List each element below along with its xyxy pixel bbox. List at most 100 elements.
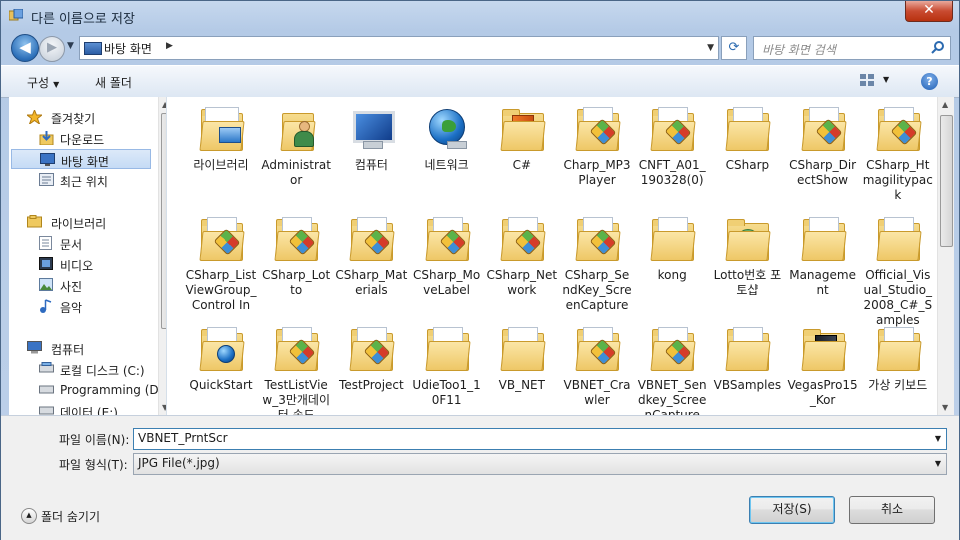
file-item-label: VB_NET [498,378,545,392]
file-item[interactable]: VBNET_Crawler [561,325,633,408]
new-folder-button[interactable]: 새 폴더 [95,74,132,91]
address-dropdown-icon[interactable]: ▼ [707,43,714,53]
recent-pages-dropdown[interactable]: ▼ [67,41,74,51]
title-bar[interactable]: 다른 이름으로 저장 ✕ [1,1,959,31]
address-bar[interactable]: 바탕 화면 ▶ ▼ [79,36,719,60]
file-item[interactable]: kong [636,215,708,283]
chevron-down-icon[interactable]: ▼ [935,459,941,468]
hide-folders-label[interactable]: 폴더 숨기기 [41,508,100,525]
filename-input[interactable]: VBNET_PrntScr [138,431,228,445]
file-item[interactable]: CSharp_MoveLabel [411,215,483,298]
file-item[interactable]: TestListView_3만개데이터 속도 [260,325,332,415]
sidebar-item-computer[interactable]: 컴퓨터 [9,338,149,358]
folder-icon [648,215,696,263]
refresh-button[interactable]: ⟳ [721,36,747,60]
file-item[interactable]: Management [787,215,859,298]
help-button[interactable]: ? [921,73,938,90]
chevron-right-icon[interactable]: ▶ [166,41,173,51]
sidebar-item-recent-places[interactable]: 최근 위치 [9,170,149,190]
file-item[interactable]: TestProject [335,325,407,393]
address-path[interactable]: 바탕 화면 [104,40,152,57]
sidebar-item-label: 라이브러리 [51,217,107,231]
search-icon[interactable] [931,40,945,54]
file-item[interactable]: CSharp_Lotto [260,215,332,298]
folder-icon [874,325,922,373]
sidebar-item-programming-d[interactable]: Programming (D [9,380,159,400]
file-item[interactable]: VBNET_Sendkey_ScreenCapture [636,325,708,415]
back-button[interactable]: ◀ [11,34,39,62]
file-list-scrollbar[interactable]: ▲ ▼ [937,97,954,415]
file-item[interactable]: VBSamples [711,325,783,393]
file-item-label: 라이브러리 [193,158,249,172]
search-input[interactable]: 바탕 화면 검색 [762,41,836,58]
sidebar-item-label: Programming (D [60,383,159,397]
filetype-label: 파일 형식(T): [59,458,128,472]
file-item-label: QuickStart [189,378,253,392]
search-box[interactable]: 바탕 화면 검색 [753,36,951,60]
organize-button[interactable]: 구성 ▼ [27,74,59,91]
file-item[interactable]: CSharp_Materials [335,215,407,298]
file-item[interactable]: VegasPro15_Kor [787,325,859,408]
file-item[interactable]: QuickStart [185,325,257,393]
file-item[interactable]: VB_NET [486,325,558,393]
user-folder-icon [272,105,320,153]
scroll-down-icon[interactable]: ▼ [942,403,948,412]
sidebar-item-label: 비디오 [60,259,94,273]
star-icon [25,108,44,126]
sidebar-scrollbar[interactable]: ▲ ▼ [158,97,166,415]
sidebar-item-desktop[interactable]: 바탕 화면 [11,149,151,169]
file-item[interactable]: Lotto번호 포토샵 [711,215,783,298]
file-item[interactable]: CNFT_A01_190328(0) [636,105,708,188]
folder-icon [423,325,471,373]
file-item[interactable]: 컴퓨터 [335,105,407,173]
file-item-label: CSharp_DirectShow [789,158,857,187]
save-button[interactable]: 저장(S) [749,496,835,524]
file-item-label: CNFT_A01_190328(0) [638,158,706,187]
scroll-up-icon[interactable]: ▲ [942,100,948,109]
file-item[interactable]: CSharp [711,105,783,173]
sidebar-item-downloads[interactable]: 다운로드 [9,128,149,148]
sidebar-item-local-disk-c[interactable]: 로컬 디스크 (C:) [9,359,149,379]
filename-field[interactable]: VBNET_PrntScr ▼ [133,428,947,450]
sidebar-item-libraries[interactable]: 라이브러리 [9,212,149,232]
filename-label: 파일 이름(N): [59,433,130,447]
scroll-thumb[interactable] [940,115,953,247]
sidebar-item-favorites[interactable]: 즐겨찾기 [9,107,149,127]
file-item[interactable]: 가상 키보드 [862,325,934,393]
file-item[interactable]: UdieToo1_10F11 [411,325,483,408]
sidebar-item-label: 데이터 (E:) [60,406,118,415]
sidebar-item-documents[interactable]: 문서 [9,233,149,253]
view-options-icon[interactable] [859,73,875,87]
chevron-down-icon[interactable]: ▼ [935,434,941,443]
file-item[interactable]: CSharp_Network [486,215,558,298]
close-button[interactable]: ✕ [905,1,953,22]
folder-icon [648,325,696,373]
file-item[interactable]: C# [486,105,558,173]
cancel-button[interactable]: 취소 [849,496,935,524]
folder-icon [272,325,320,373]
sidebar-item-label: 최근 위치 [60,175,108,189]
sidebar-item-data-e[interactable]: 데이터 (E:) [9,401,149,415]
folder-icon [799,215,847,263]
libraries-icon [27,215,42,228]
filetype-select[interactable]: JPG File(*.jpg) ▼ [133,453,947,475]
sidebar-item-label: 로컬 디스크 (C:) [60,364,145,378]
chevron-up-icon[interactable]: ▲ [21,508,37,524]
file-item[interactable]: CSharp_Htmagilitypack [862,105,934,203]
view-dropdown-icon[interactable]: ▼ [883,75,889,84]
file-item-label: Charp_MP3Player [563,158,631,187]
file-item[interactable]: Administrator [260,105,332,188]
sidebar-item-videos[interactable]: 비디오 [9,254,149,274]
drive-icon [39,383,54,396]
file-item[interactable]: CSharp_SendKey_ScreenCapture [561,215,633,313]
forward-button[interactable]: ▶ [39,36,65,62]
file-item[interactable]: Charp_MP3Player [561,105,633,188]
file-item[interactable]: CSharp_DirectShow [787,105,859,188]
file-item[interactable]: 라이브러리 [185,105,257,173]
sidebar-item-music[interactable]: 음악 [9,296,149,316]
file-item[interactable]: Official_Visual_Studio_2008_C#_Samples [862,215,934,328]
sidebar-item-pictures[interactable]: 사진 [9,275,149,295]
file-item[interactable]: CSharp_ListViewGroup_Control In [185,215,257,313]
file-item[interactable]: 네트워크 [411,105,483,173]
sidebar-item-label: 즐겨찾기 [51,112,96,126]
